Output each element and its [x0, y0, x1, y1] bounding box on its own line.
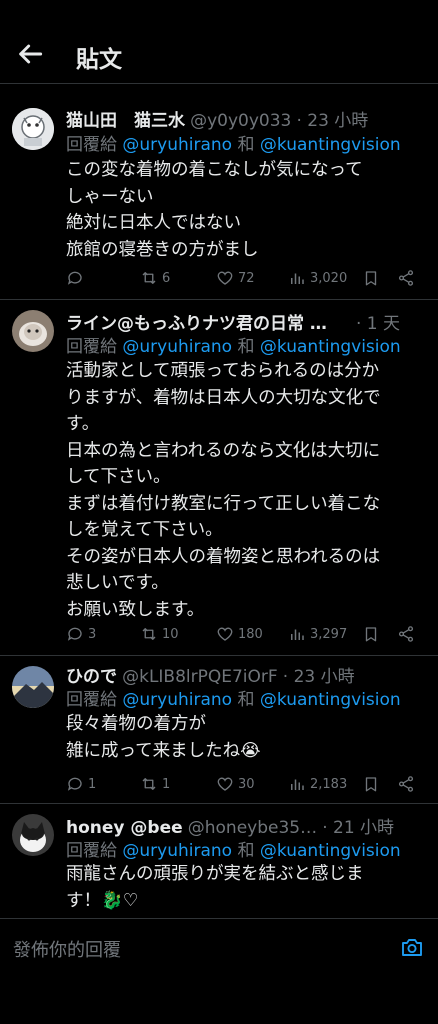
share-button[interactable]: [397, 623, 415, 645]
author-name[interactable]: ひので: [66, 667, 117, 687]
repost-icon: [142, 778, 156, 790]
share-button[interactable]: [397, 773, 415, 795]
reply-item[interactable]: ひので @kLIB8lrPQE7iOrF · 23 小時 回覆給 @uryuhi…: [0, 656, 438, 804]
author-handle[interactable]: @y0y0y033: [190, 111, 291, 131]
replying-to: 回覆給 @uryuhirano 和 @kuantingvision: [66, 135, 401, 155]
mention-link[interactable]: @uryuhirano: [122, 690, 232, 710]
bookmark-button[interactable]: [362, 623, 380, 645]
bookmark-icon: [365, 271, 377, 286]
bookmark-button[interactable]: [362, 267, 380, 289]
like-icon: [217, 271, 233, 285]
share-button[interactable]: [397, 267, 415, 289]
author-name[interactable]: 猫山田 猫三水: [66, 111, 185, 131]
like-button[interactable]: 30: [216, 773, 255, 795]
page-title: 貼文: [76, 47, 122, 73]
camera-icon[interactable]: [400, 935, 424, 959]
like-button[interactable]: 72: [216, 267, 255, 289]
reply-button[interactable]: 3: [66, 623, 96, 645]
views-icon: [291, 273, 304, 284]
mention-link[interactable]: @uryuhirano: [122, 135, 232, 155]
mention-link[interactable]: @uryuhirano: [122, 841, 232, 861]
reply-icon: [67, 271, 82, 285]
repost-button[interactable]: 1: [140, 773, 170, 795]
replying-to: 回覆給 @uryuhirano 和 @kuantingvision: [66, 690, 401, 710]
like-icon: [217, 777, 233, 791]
views-icon: [291, 629, 304, 640]
mention-link[interactable]: @kuantingvision: [260, 841, 401, 861]
reply-icon: [67, 777, 82, 791]
post-time: · 23 小時: [296, 111, 369, 131]
back-arrow-icon[interactable]: [14, 38, 46, 70]
reply-item[interactable]: honey @bee @honeybe35… · 21 小時 回覆給 @uryu…: [0, 804, 438, 918]
mention-link[interactable]: @uryuhirano: [122, 337, 232, 357]
bookmark-icon: [365, 627, 377, 642]
bookmark-button[interactable]: [362, 773, 380, 795]
reply-text: この変な着物の着こなしが気になって しゃーない 絶対に日本人ではない 旅館の寝巻…: [66, 160, 363, 260]
share-icon: [398, 776, 414, 792]
repost-button[interactable]: 10: [140, 623, 179, 645]
mention-link[interactable]: @kuantingvision: [260, 690, 401, 710]
post-time: · 1 天: [356, 314, 401, 334]
mention-link[interactable]: @kuantingvision: [260, 337, 401, 357]
share-icon: [398, 626, 414, 642]
avatar[interactable]: [12, 310, 54, 352]
reply-text: 雨龍さんの頑張りが実を結ぶと感じま す！🐉♡: [66, 864, 364, 911]
mention-link[interactable]: @kuantingvision: [260, 135, 401, 155]
views-button[interactable]: 3,297: [288, 623, 347, 645]
views-icon: [291, 779, 304, 790]
like-icon: [217, 627, 233, 641]
reply-composer: 發佈你的回覆: [0, 918, 438, 978]
repost-icon: [142, 272, 156, 284]
share-icon: [398, 270, 414, 286]
reply-item[interactable]: 猫山田 猫三水 @y0y0y033 · 23 小時 回覆給 @uryuhiran…: [0, 84, 438, 300]
views-button[interactable]: 3,020: [288, 267, 347, 289]
top-app-bar: 貼文: [0, 0, 438, 84]
repost-icon: [142, 628, 156, 640]
views-button[interactable]: 2,183: [288, 773, 347, 795]
avatar[interactable]: [12, 108, 54, 150]
repost-button[interactable]: 6: [140, 267, 170, 289]
author-name[interactable]: ライン@もっふりナツ君の日常 …: [66, 314, 327, 334]
action-bar: 3 10 180 3,297: [66, 623, 426, 645]
bookmark-icon: [365, 777, 377, 792]
action-bar: 6 72 3,020: [66, 267, 426, 289]
post-time: · 23 小時: [282, 667, 355, 687]
avatar[interactable]: [12, 814, 54, 856]
author-handle[interactable]: @honeybe35…: [188, 818, 317, 838]
like-button[interactable]: 180: [216, 623, 263, 645]
post-time: · 21 小時: [322, 818, 395, 838]
replying-to: 回覆給 @uryuhirano 和 @kuantingvision: [66, 841, 401, 861]
reply-icon: [67, 627, 82, 641]
avatar[interactable]: [12, 666, 54, 708]
reply-button[interactable]: [66, 267, 88, 289]
author-name[interactable]: honey @bee: [66, 818, 183, 838]
reply-item[interactable]: ライン@もっふりナツ君の日常 … · 1 天 回覆給 @uryuhirano 和…: [0, 300, 438, 656]
reply-text: 活動家として頑張っておられるのは分か りますが、着物は日本人の大切な文化で す。…: [66, 361, 381, 620]
reply-text: 段々着物の着方が 雑に成って来ましたね😭: [66, 714, 261, 761]
author-handle[interactable]: @kLIB8lrPQE7iOrF: [122, 667, 278, 687]
reply-input[interactable]: 發佈你的回覆: [13, 936, 121, 962]
replying-to: 回覆給 @uryuhirano 和 @kuantingvision: [66, 337, 401, 357]
reply-button[interactable]: 1: [66, 773, 96, 795]
action-bar: 1 1 30 2,183: [66, 773, 426, 795]
